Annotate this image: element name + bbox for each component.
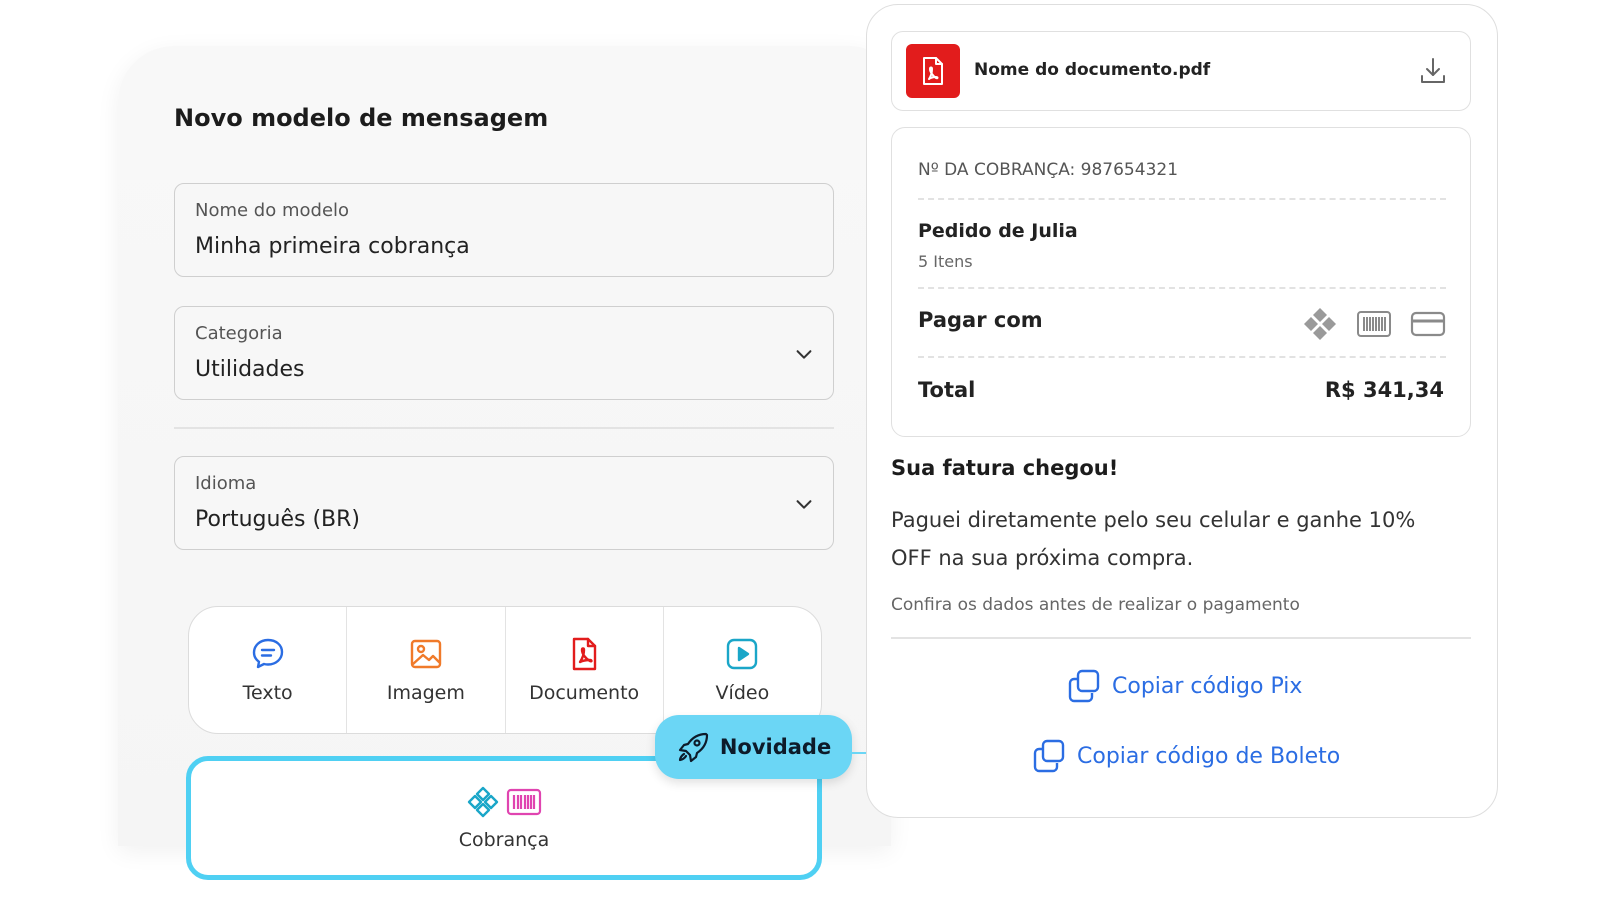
billing-label: Cobrança [458,829,550,851]
payment-methods [1302,306,1446,342]
billing-icons [466,785,542,819]
template-name-value[interactable]: Minha primeira cobrança [195,234,470,259]
chevron-down-icon[interactable] [793,343,815,365]
type-option-label: Imagem [386,682,465,704]
play-icon [727,638,758,670]
type-option-label: Documento [529,682,640,704]
copy-pix-label: Copiar código Pix [1112,673,1303,699]
pdf-icon [572,637,597,671]
category-value: Utilidades [195,357,305,382]
total-amount: R$ 341,34 [1324,378,1444,402]
type-option-image[interactable]: Imagem [347,607,506,733]
dashed-divider [918,287,1446,289]
rocket-icon [678,732,708,763]
barcode-icon [1357,311,1391,337]
copy-boleto-label: Copiar código de Boleto [1077,743,1341,769]
message-divider [891,637,1471,639]
copy-boleto-button[interactable]: Copiar código de Boleto [1031,738,1340,774]
message-body: Paguei diretamente pelo seu celular e ga… [891,508,1416,570]
category-select[interactable]: Categoria Utilidades [174,306,834,400]
copy-pix-button[interactable]: Copiar código Pix [1066,668,1302,704]
language-select[interactable]: Idioma Português (BR) [174,456,834,550]
form-divider [174,427,834,429]
template-name-field[interactable]: Nome do modelo Minha primeira cobrança [174,183,834,277]
type-option-text[interactable]: Texto [189,607,348,733]
category-label: Categoria [195,323,283,344]
download-icon[interactable] [1418,56,1448,86]
barcode-icon [506,788,542,816]
document-attachment[interactable]: Nome do documento.pdf [891,31,1471,111]
type-option-label: Vídeo [715,682,770,704]
badge-label: Novidade [719,735,832,759]
type-option-label: Texto [242,682,293,704]
pdf-icon [923,57,943,85]
dashed-divider [918,198,1446,200]
template-name-label: Nome do modelo [195,200,350,221]
pix-icon [1304,308,1336,340]
bill-number: Nº DA COBRANÇA: 987654321 [918,160,1179,180]
message-note: Confira os dados antes de realizar o pag… [891,595,1300,615]
order-items-count: 5 Itens [918,252,973,271]
pdf-thumbnail [906,44,960,98]
dashed-divider [918,356,1446,358]
bill-summary: Nº DA COBRANÇA: 987654321 Pedido de Juli… [891,127,1471,437]
copy-icon [1033,739,1065,773]
language-label: Idioma [195,473,257,494]
form-title: Novo modelo de mensagem [174,104,549,132]
image-icon [410,639,442,669]
chevron-down-icon[interactable] [793,493,815,515]
pix-icon [467,786,499,818]
pay-with-label: Pagar com [918,308,1043,332]
copy-icon [1068,669,1100,703]
language-value: Português (BR) [195,507,360,532]
type-option-document[interactable]: Documento [506,607,664,733]
total-label: Total [918,378,976,402]
credit-card-icon [1410,311,1446,337]
message-title: Sua fatura chegou! [891,456,1119,480]
document-name: Nome do documento.pdf [974,60,1211,80]
new-feature-badge: Novidade [655,715,852,779]
order-title: Pedido de Julia [918,220,1078,242]
chat-bubble-icon [252,638,283,669]
